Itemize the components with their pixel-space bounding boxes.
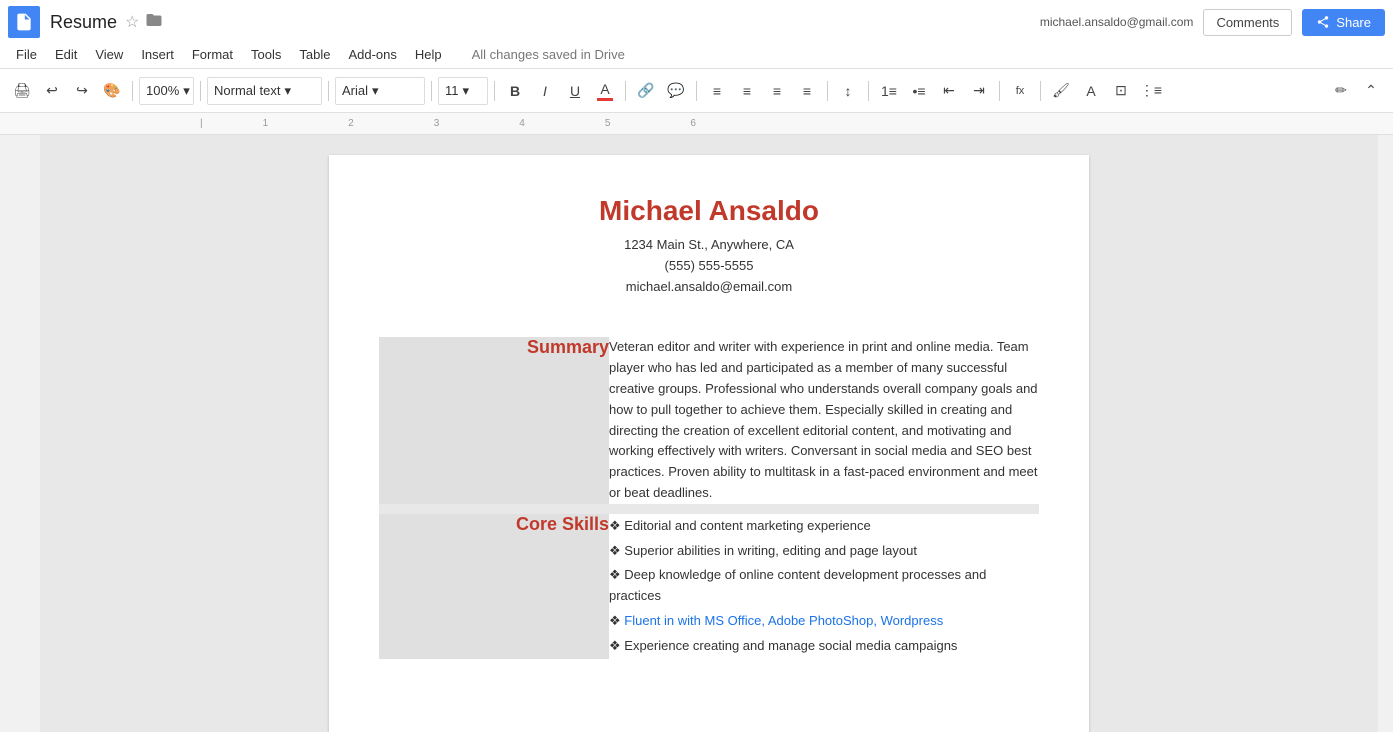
skill-item-5: Experience creating and manage social me…: [609, 634, 1039, 659]
menu-insert[interactable]: Insert: [133, 44, 182, 65]
text-color-button[interactable]: A: [1077, 77, 1105, 105]
decrease-indent-button[interactable]: ⇤: [935, 77, 963, 105]
separator2: [200, 81, 201, 101]
line-spacing-button[interactable]: ↕: [834, 77, 862, 105]
bold-button[interactable]: B: [501, 77, 529, 105]
zoom-dropdown[interactable]: 100% ▾: [139, 77, 194, 105]
separator3: [328, 81, 329, 101]
toolbar: 🖨 ↩ ↪ 🎨 100% ▾ Normal text ▾ Arial ▾ 11 …: [0, 69, 1393, 113]
separator11: [1040, 81, 1041, 101]
menu-addons[interactable]: Add-ons: [340, 44, 404, 65]
comments-button[interactable]: Comments: [1203, 9, 1292, 36]
style-dropdown[interactable]: Normal text ▾: [207, 77, 322, 105]
document-title[interactable]: Resume: [50, 12, 117, 33]
skills-label: Core Skills: [516, 514, 609, 534]
skill-item-2: Superior abilities in writing, editing a…: [609, 539, 1039, 564]
comment-button[interactable]: 💬: [662, 77, 690, 105]
user-email: michael.ansaldo@gmail.com: [1040, 15, 1194, 29]
app-icon: [8, 6, 40, 38]
link-button[interactable]: 🔗: [632, 77, 660, 105]
separator5: [494, 81, 495, 101]
highlight-button[interactable]: 🖌: [1047, 77, 1075, 105]
underline-button[interactable]: U: [561, 77, 589, 105]
separator7: [696, 81, 697, 101]
skills-list: Editorial and content marketing experien…: [609, 514, 1039, 659]
skill-item-4: Fluent in with MS Office, Adobe PhotoSho…: [609, 609, 1039, 634]
formula-button[interactable]: fx: [1006, 77, 1034, 105]
contact-info: 1234 Main St., Anywhere, CA (555) 555-55…: [379, 235, 1039, 297]
separator10: [999, 81, 1000, 101]
numbered-list-button[interactable]: 1≡: [875, 77, 903, 105]
menu-format[interactable]: Format: [184, 44, 241, 65]
document-area[interactable]: Michael Ansaldo 1234 Main St., Anywhere,…: [40, 135, 1378, 732]
justify-button[interactable]: ≡: [793, 77, 821, 105]
document: Michael Ansaldo 1234 Main St., Anywhere,…: [329, 155, 1089, 732]
pen-button[interactable]: ✏: [1327, 77, 1355, 105]
separator9: [868, 81, 869, 101]
right-sidebar: [1378, 135, 1393, 732]
star-icon[interactable]: ☆: [125, 12, 139, 32]
summary-content: Veteran editor and writer with experienc…: [609, 337, 1039, 508]
summary-label: Summary: [527, 337, 609, 357]
undo-button[interactable]: ↩: [38, 77, 66, 105]
menu-table[interactable]: Table: [291, 44, 338, 65]
folder-icon[interactable]: [145, 11, 163, 34]
font-size-dropdown[interactable]: 11 ▾: [438, 77, 488, 105]
skills-content: Editorial and content marketing experien…: [609, 509, 1039, 659]
skills-row: Core Skills Editorial and content market…: [379, 509, 1039, 659]
separator: [132, 81, 133, 101]
collapse-button[interactable]: ⌃: [1357, 77, 1385, 105]
share-button[interactable]: Share: [1302, 9, 1385, 36]
email: michael.ansaldo@email.com: [379, 277, 1039, 298]
skill-item-1: Editorial and content marketing experien…: [609, 514, 1039, 539]
summary-label-cell: Summary: [379, 337, 609, 508]
saved-status: All changes saved in Drive: [472, 47, 625, 62]
separator4: [431, 81, 432, 101]
menu-file[interactable]: File: [8, 44, 45, 65]
resume-name: Michael Ansaldo: [379, 195, 1039, 227]
print-button[interactable]: 🖨: [8, 77, 36, 105]
increase-indent-button[interactable]: ⇥: [965, 77, 993, 105]
resume-table: Summary Veteran editor and writer with e…: [379, 337, 1039, 658]
menu-view[interactable]: View: [87, 44, 131, 65]
font-dropdown[interactable]: Arial ▾: [335, 77, 425, 105]
separator8: [827, 81, 828, 101]
address: 1234 Main St., Anywhere, CA: [379, 235, 1039, 256]
italic-button[interactable]: I: [531, 77, 559, 105]
columns-button[interactable]: ⋮≡: [1137, 77, 1165, 105]
paint-format-button[interactable]: 🎨: [98, 77, 126, 105]
align-right-button[interactable]: ≡: [763, 77, 791, 105]
summary-text: Veteran editor and writer with experienc…: [609, 337, 1039, 503]
align-center-button[interactable]: ≡: [733, 77, 761, 105]
skills-label-cell: Core Skills: [379, 509, 609, 659]
bullet-list-button[interactable]: •≡: [905, 77, 933, 105]
document-header: Michael Ansaldo 1234 Main St., Anywhere,…: [379, 195, 1039, 297]
align-left-button[interactable]: ≡: [703, 77, 731, 105]
skill-item-3: Deep knowledge of online content develop…: [609, 563, 1039, 609]
separator6: [625, 81, 626, 101]
border-button[interactable]: ⊡: [1107, 77, 1135, 105]
ruler: | 1 2 3 4 5 6: [0, 113, 1393, 135]
redo-button[interactable]: ↪: [68, 77, 96, 105]
font-color-button[interactable]: A: [591, 77, 619, 105]
menu-bar: File Edit View Insert Format Tools Table…: [0, 40, 1393, 68]
summary-row: Summary Veteran editor and writer with e…: [379, 337, 1039, 508]
phone: (555) 555-5555: [379, 256, 1039, 277]
menu-edit[interactable]: Edit: [47, 44, 85, 65]
left-sidebar: [0, 135, 40, 732]
menu-help[interactable]: Help: [407, 44, 450, 65]
menu-tools[interactable]: Tools: [243, 44, 289, 65]
